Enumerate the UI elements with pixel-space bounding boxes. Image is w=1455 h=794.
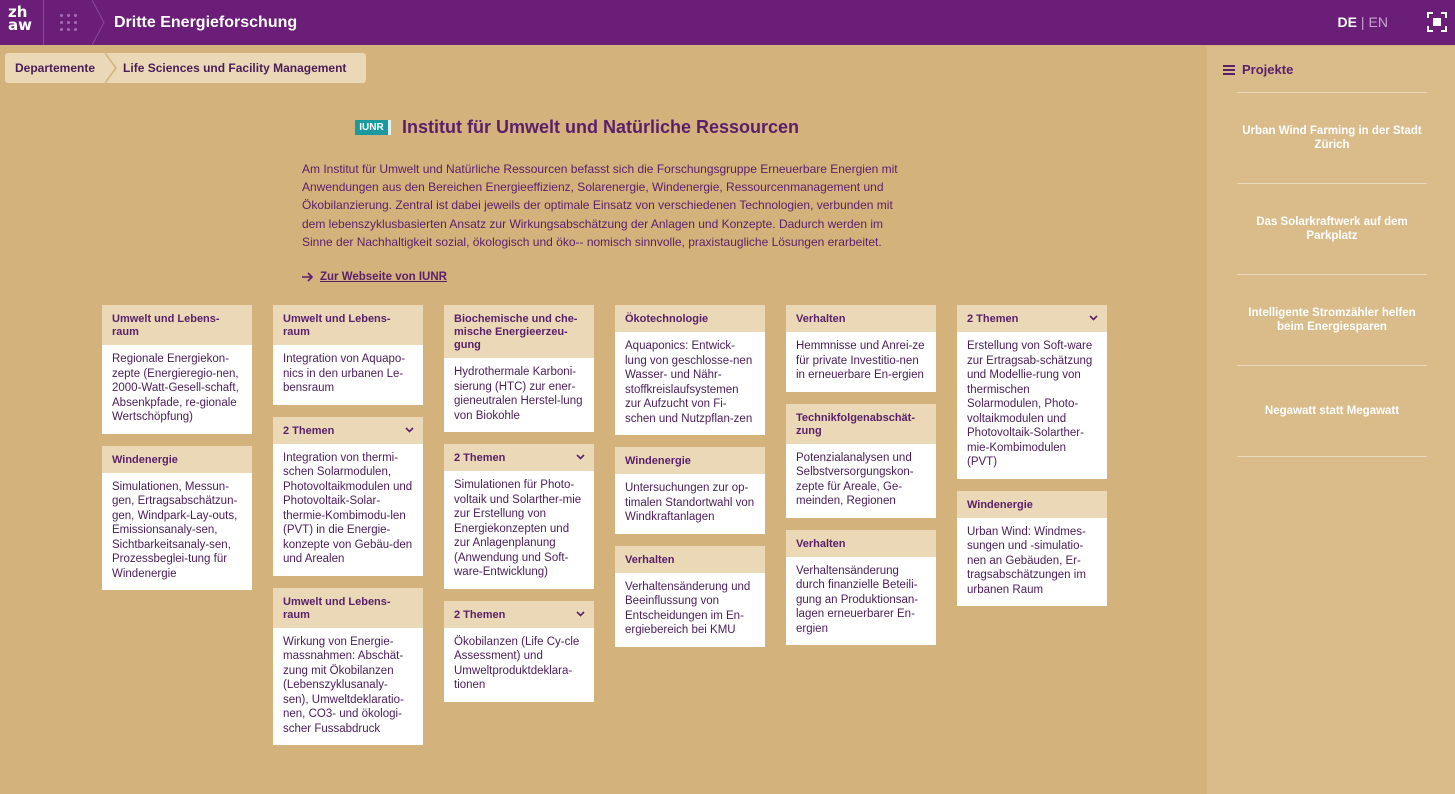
topic-card[interactable]: Verhalten Verhaltensänderung und Beeinfl…: [615, 545, 765, 647]
card-themes-toggle[interactable]: 2 Themen: [957, 305, 1107, 332]
site-title[interactable]: Dritte Energieforschung: [114, 0, 297, 45]
topic-column-1: Umwelt und Lebens-raum Regionale Energie…: [102, 305, 252, 602]
card-text: Untersuchungen zur op-timalen Standortwa…: [625, 482, 755, 523]
card-themes-toggle[interactable]: 2 Themen: [273, 416, 423, 444]
breadcrumb-label: Departemente: [15, 61, 96, 75]
institute-description: Am Institut für Umwelt und Natürliche Re…: [302, 162, 898, 249]
card-text: Integration von thermi-schen Solarmodule…: [283, 451, 413, 566]
card-text: Simulationen für Photo-voltaik und Solar…: [454, 479, 582, 578]
card-text: Hemmnisse und Anrei-ze für private Inves…: [796, 340, 925, 381]
topic-column-4: Ökotechnologie Aquaponics: Entwick-lung …: [615, 305, 765, 659]
card-category: Verhalten: [615, 545, 765, 573]
card-category: 2 Themen: [967, 313, 1019, 325]
card-category: Windenergie: [615, 447, 765, 474]
topic-column-3: Biochemische und che-mische Energieerzeu…: [444, 305, 594, 714]
card-text: Verhaltensänderung und Beeinflussung von…: [625, 580, 751, 637]
iunr-logo: IUNR: [355, 120, 391, 135]
topic-card[interactable]: Verhalten Hemmnisse und Anrei-ze für pri…: [786, 305, 936, 392]
card-category: Biochemische und che-mische Energieerzeu…: [444, 305, 594, 358]
card-category: Windenergie: [102, 445, 252, 473]
card-category: 2 Themen: [283, 424, 335, 437]
topic-card[interactable]: Verhalten Verhaltensänderung durch finan…: [786, 529, 936, 645]
topic-card[interactable]: Windenergie Untersuchungen zur op-timale…: [615, 447, 765, 534]
arrow-right-icon: [302, 272, 314, 282]
card-category: Umwelt und Lebens-raum: [273, 305, 423, 345]
chevron-down-icon: [576, 610, 585, 617]
card-text: Erstellung von Soft-ware zur Ertragsab-s…: [967, 340, 1093, 468]
card-text: Aquaponics: Entwick-lung von geschlosse-…: [625, 340, 753, 425]
card-category: Verhalten: [786, 529, 936, 557]
breadcrumb-label: Life Sciences und Facility Management: [123, 61, 347, 75]
card-category: Verhalten: [786, 305, 936, 332]
iunr-website-link[interactable]: Zur Webseite von IUNR: [302, 271, 447, 283]
card-category: 2 Themen: [454, 608, 506, 621]
projects-title: Projekte: [1242, 62, 1294, 77]
card-text: Hydrothermale Karboni-sierung (HTC) zur …: [454, 366, 583, 422]
fullscreen-icon[interactable]: [1427, 12, 1447, 32]
card-category: Windenergie: [957, 490, 1107, 518]
language-switch: DE | EN: [1337, 0, 1388, 45]
chevron-down-icon: [576, 454, 585, 460]
card-category: Technikfolgenabschät-zung: [786, 403, 936, 444]
card-category: 2 Themen: [454, 452, 506, 464]
topic-column-2: Umwelt und Lebens-raum Integration von A…: [273, 305, 423, 757]
topic-card[interactable]: 2 Themen Simulationen für Photo-voltaik …: [444, 444, 594, 589]
topic-card[interactable]: Technikfolgenabschät-zung Potenzialanaly…: [786, 403, 936, 518]
zhaw-logo[interactable]: zh aw: [0, 0, 44, 45]
topic-column-6: 2 Themen Erstellung von Soft-ware zur Er…: [957, 305, 1107, 618]
project-list: Urban Wind Farming in der Stadt Zürich D…: [1237, 92, 1427, 457]
lang-de-link[interactable]: DE: [1337, 14, 1356, 30]
card-category: Umwelt und Lebens-raum: [273, 587, 423, 628]
menu-icon: [1223, 64, 1235, 75]
projects-sidebar: Projekte Urban Wind Farming in der Stadt…: [1207, 46, 1455, 794]
chevron-separator-icon: [105, 53, 117, 83]
topic-card[interactable]: 2 Themen Erstellung von Soft-ware zur Er…: [957, 305, 1107, 479]
lang-en-link[interactable]: EN: [1369, 14, 1388, 30]
chevron-separator-icon: [92, 0, 105, 45]
project-link[interactable]: Urban Wind Farming in der Stadt Zürich: [1237, 92, 1427, 183]
chevron-down-icon: [1089, 315, 1098, 321]
breadcrumb-lsfm[interactable]: Life Sciences und Facility Management: [117, 53, 366, 83]
card-text: Ökobilanzen (Life Cy-cle Assessment) und…: [454, 635, 580, 692]
project-link[interactable]: Das Solarkraftwerk auf dem Parkplatz: [1237, 183, 1427, 274]
link-label: Zur Webseite von IUNR: [320, 271, 447, 283]
topic-card[interactable]: Windenergie Simulationen, Messun-gen, Er…: [102, 445, 252, 590]
topic-card[interactable]: Umwelt und Lebens-raum Wirkung von Energ…: [273, 587, 423, 745]
topic-card[interactable]: Ökotechnologie Aquaponics: Entwick-lung …: [615, 305, 765, 435]
topic-column-5: Verhalten Hemmnisse und Anrei-ze für pri…: [786, 305, 936, 657]
card-text: Verhaltensänderung durch finanzielle Bet…: [796, 564, 919, 635]
card-category: Umwelt und Lebens-raum: [102, 305, 252, 345]
topic-card[interactable]: Umwelt und Lebens-raum Regionale Energie…: [102, 305, 252, 434]
breadcrumb: Departemente Life Sciences und Facility …: [5, 53, 367, 83]
topic-card[interactable]: 2 Themen Integration von thermi-schen So…: [273, 416, 423, 576]
chevron-down-icon: [405, 426, 414, 433]
project-link[interactable]: Negawatt statt Megawatt: [1237, 365, 1427, 457]
card-text: Urban Wind: Windmes-sungen und -simulati…: [967, 525, 1086, 596]
projects-header[interactable]: Projekte: [1223, 62, 1293, 77]
institute-header: IUNR Institut für Umwelt und Natürliche …: [355, 117, 799, 138]
breadcrumb-departemente[interactable]: Departemente: [5, 53, 117, 83]
card-text: Integration von Aquapo-nics in den urban…: [283, 353, 406, 394]
project-link[interactable]: Intelligente Stromzähler helfen beim Ene…: [1237, 274, 1427, 365]
card-themes-toggle[interactable]: 2 Themen: [444, 600, 594, 628]
card-text: Regionale Energiekon-zepte (Energieregio…: [112, 353, 239, 423]
topic-card[interactable]: 2 Themen Ökobilanzen (Life Cy-cle Assess…: [444, 600, 594, 702]
topic-card[interactable]: Windenergie Urban Wind: Windmes-sungen u…: [957, 490, 1107, 606]
page-title: Institut für Umwelt und Natürliche Resso…: [402, 117, 800, 137]
top-bar: zh aw Dritte Energieforschung DE | EN: [0, 0, 1455, 45]
card-text: Potenzialanalysen und Selbstversorgungsk…: [796, 451, 914, 508]
topic-card[interactable]: Biochemische und che-mische Energieerzeu…: [444, 305, 594, 432]
card-text: Wirkung von Energie-massnahmen: Abschät-…: [283, 635, 404, 735]
apps-grid-icon[interactable]: [44, 0, 92, 45]
card-category: Ökotechnologie: [615, 305, 765, 332]
topic-card[interactable]: Umwelt und Lebens-raum Integration von A…: [273, 305, 423, 405]
card-text: Simulationen, Messun-gen, Ertragsabschät…: [112, 480, 238, 580]
lang-separator: |: [1360, 14, 1365, 30]
card-themes-toggle[interactable]: 2 Themen: [444, 444, 594, 471]
